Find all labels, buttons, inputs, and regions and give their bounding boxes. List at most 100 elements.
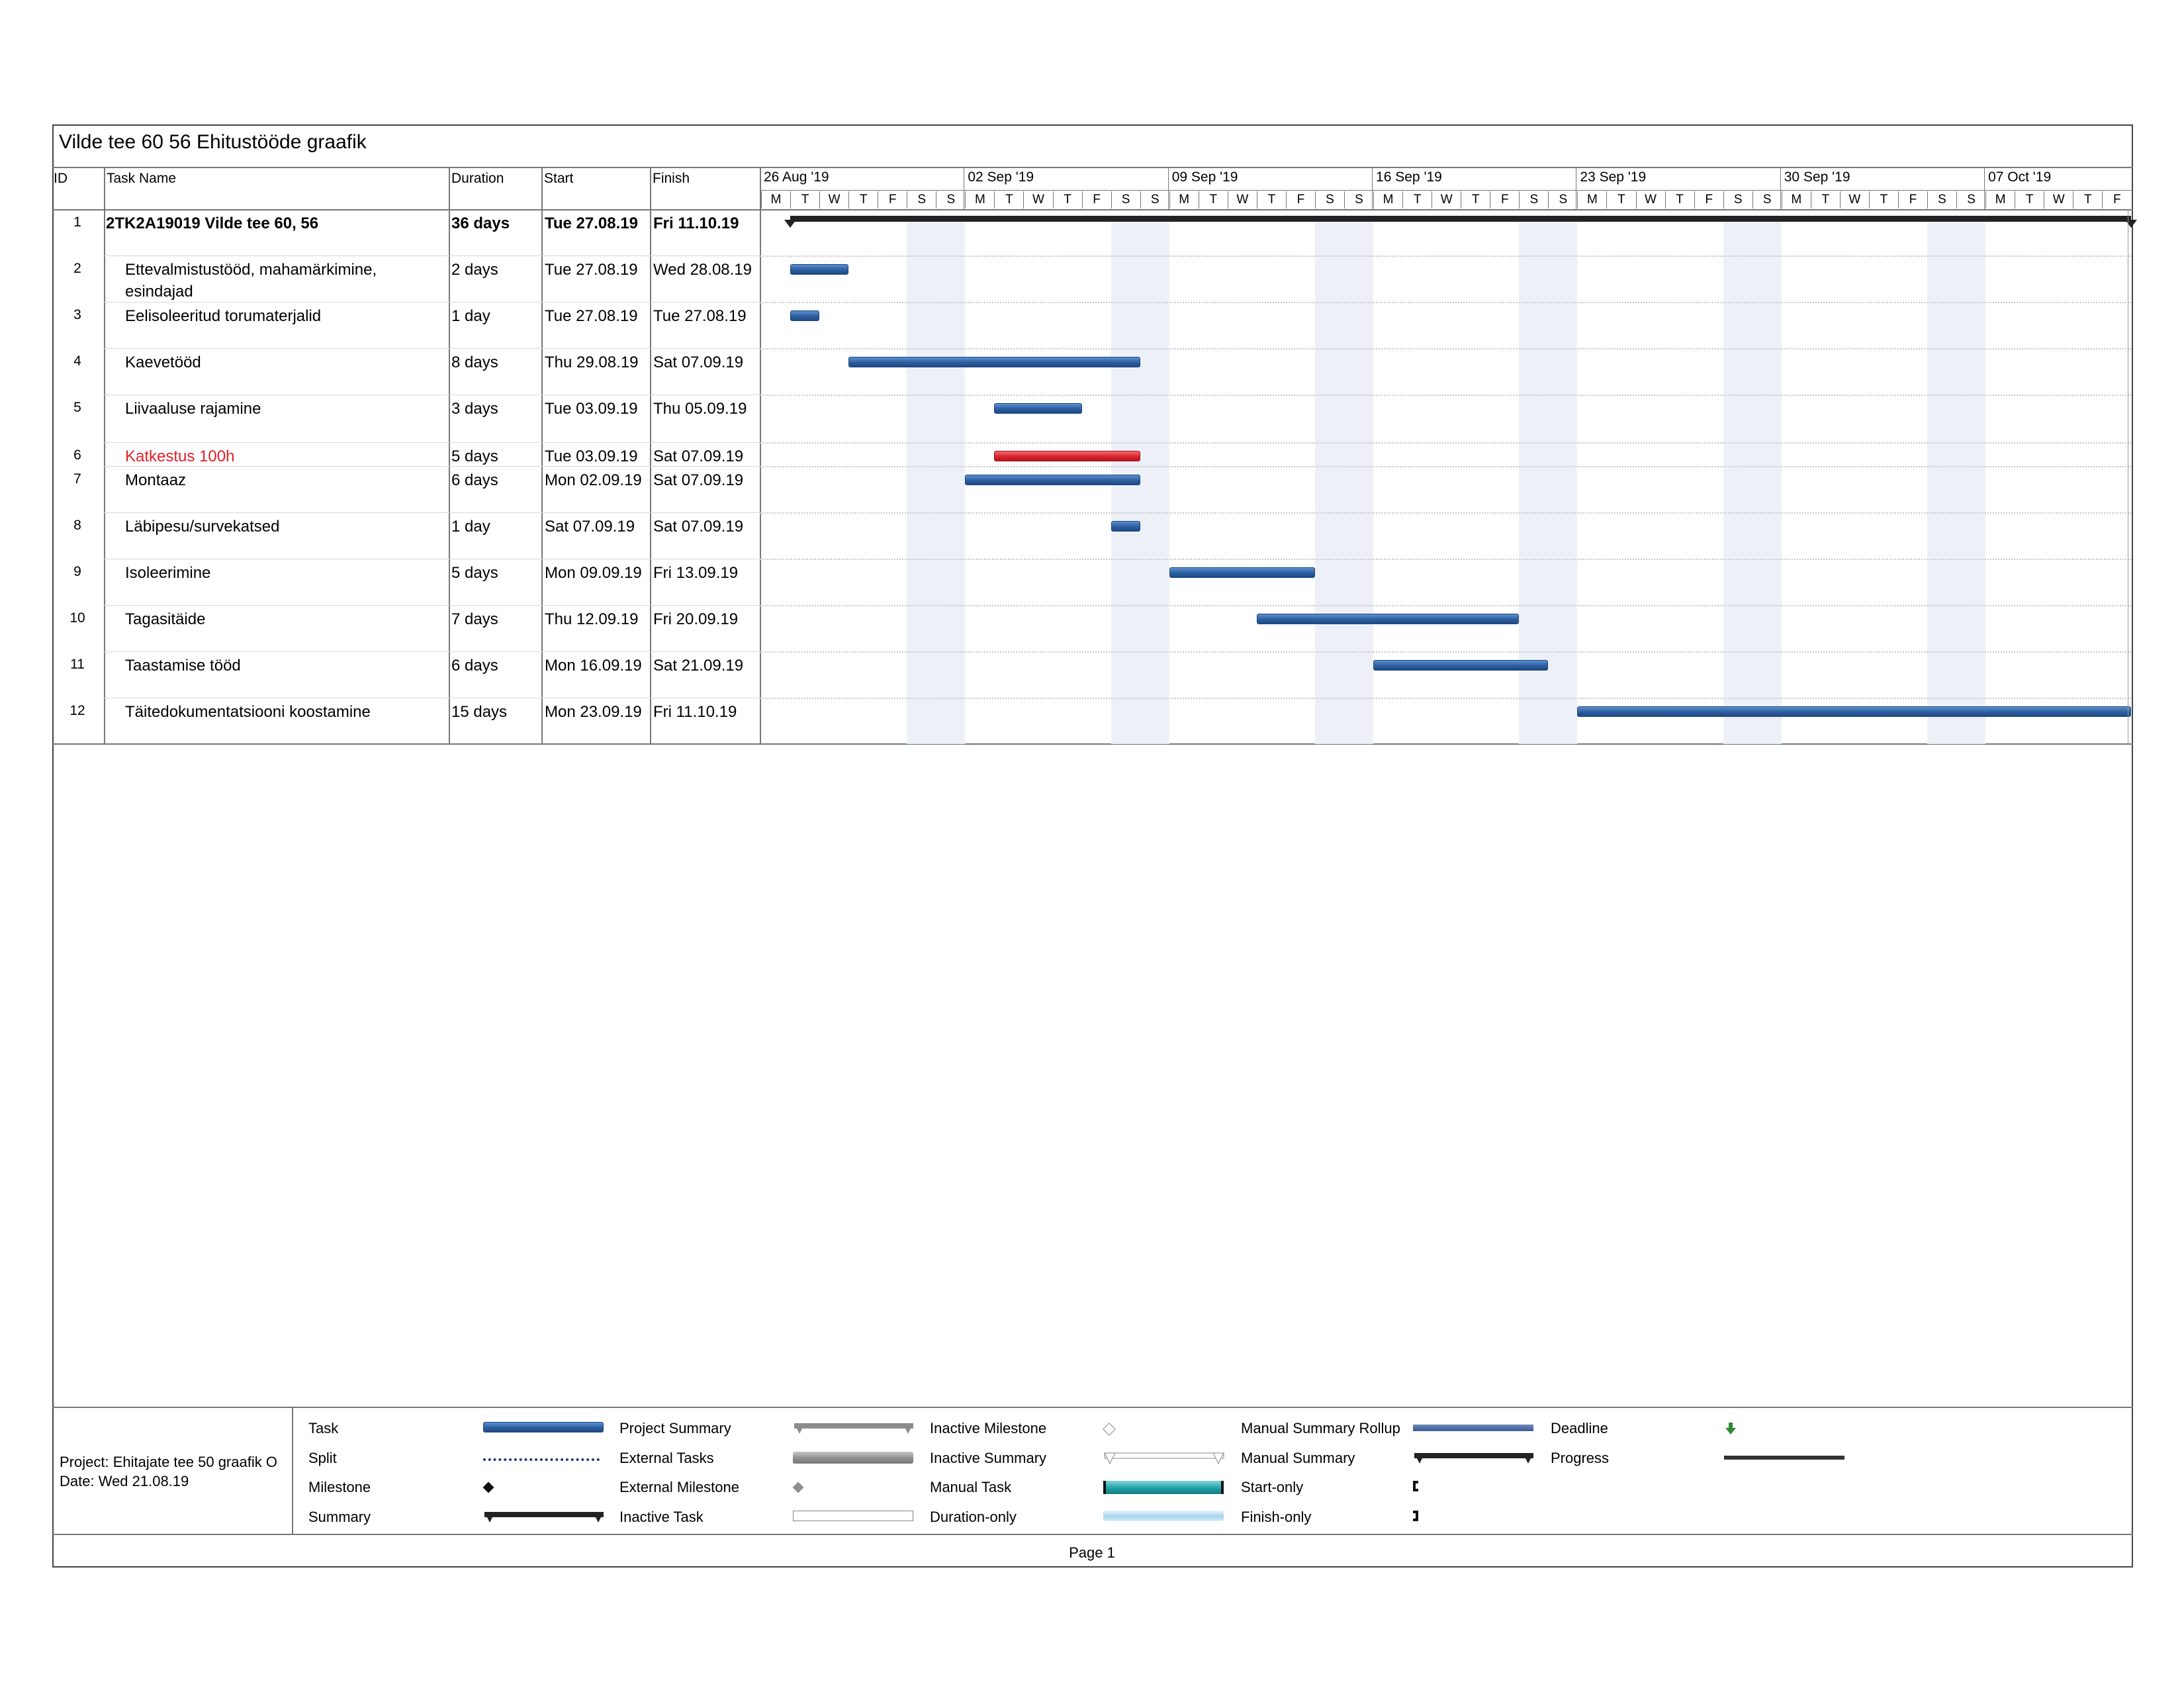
task-name[interactable]: Montaaz <box>125 471 186 490</box>
page-number: Page 1 <box>1069 1544 1115 1561</box>
header-task-name[interactable]: Task Name <box>107 171 176 187</box>
task-name[interactable]: Ettevalmistustööd, mahamärkimine, <box>125 261 377 279</box>
day-letter: F <box>1694 191 1723 209</box>
header-finish[interactable]: Finish <box>653 171 690 187</box>
col-sep-duration <box>541 167 543 743</box>
task-name[interactable]: 2TK2A19019 Vilde tee 60, 56 <box>106 214 318 233</box>
day-letter: M <box>1781 191 1811 209</box>
header-duration[interactable]: Duration <box>451 171 504 187</box>
day-letter: S <box>1723 191 1752 209</box>
task-start[interactable]: Mon 23.09.19 <box>545 703 642 722</box>
duration-only-legend-label: Duration-only <box>930 1509 1017 1525</box>
day-letter: W <box>2044 191 2073 209</box>
header-start[interactable]: Start <box>544 171 573 187</box>
day-letter: S <box>936 191 965 209</box>
week-label: 16 Sep '19 <box>1376 169 1442 185</box>
task-start[interactable]: Mon 09.09.19 <box>545 564 642 583</box>
header-id[interactable]: ID <box>54 171 68 187</box>
task-start[interactable]: Tue 03.09.19 <box>545 447 638 466</box>
task-finish[interactable]: Fri 13.09.19 <box>653 564 738 583</box>
task-name[interactable]: Taastamise tööd <box>125 657 241 675</box>
task-duration[interactable]: 36 days <box>451 214 510 233</box>
row-gridline <box>760 651 2131 653</box>
task-start[interactable]: Tue 27.08.19 <box>545 261 638 279</box>
task-duration[interactable]: 1 day <box>451 307 490 326</box>
row-gridline <box>760 466 2131 467</box>
week-label: 23 Sep '19 <box>1580 169 1647 185</box>
task-finish[interactable]: Thu 05.09.19 <box>653 400 747 418</box>
day-letter: T <box>1198 191 1228 209</box>
external-tasks-legend-label: External Tasks <box>619 1450 714 1466</box>
task-name-continued[interactable]: esindajad <box>125 283 193 301</box>
day-letter: S <box>1927 191 1956 209</box>
task-id: 6 <box>73 447 81 463</box>
finish-only-legend-glyph <box>1413 1511 1418 1521</box>
day-letter: W <box>819 191 848 209</box>
milestone-legend-label: Milestone <box>308 1479 371 1495</box>
task-start[interactable]: Tue 27.08.19 <box>545 214 638 233</box>
task-finish[interactable]: Fri 11.10.19 <box>653 214 739 233</box>
task-name[interactable]: Kaevetööd <box>125 353 201 372</box>
task-bar <box>1169 567 1315 578</box>
task-start[interactable]: Tue 27.08.19 <box>545 307 638 326</box>
task-duration[interactable]: 6 days <box>451 471 498 490</box>
task-finish[interactable]: Wed 28.08.19 <box>653 261 752 279</box>
inactive-summary-legend-label: Inactive Summary <box>930 1450 1047 1466</box>
week-label: 30 Sep '19 <box>1784 169 1850 185</box>
task-name[interactable]: Isoleerimine <box>125 564 210 583</box>
day-letter: T <box>790 191 819 209</box>
task-finish[interactable]: Tue 27.08.19 <box>653 307 747 326</box>
progress-legend-glyph <box>1724 1452 1844 1460</box>
milestone-legend-glyph <box>482 1481 494 1493</box>
task-duration[interactable]: 2 days <box>451 261 498 279</box>
task-start[interactable]: Thu 29.08.19 <box>545 353 638 372</box>
row-gridline <box>760 302 2131 303</box>
task-duration[interactable]: 15 days <box>451 703 507 722</box>
manual-summary-legend-glyph <box>1413 1452 1535 1470</box>
day-letter: S <box>907 191 936 209</box>
task-duration[interactable]: 5 days <box>451 564 498 583</box>
task-start[interactable]: Mon 02.09.19 <box>545 471 642 490</box>
task-start[interactable]: Tue 03.09.19 <box>545 400 638 418</box>
task-legend-label: Task <box>308 1420 339 1436</box>
task-name[interactable]: Katkestus 100h <box>125 447 234 466</box>
day-letter: W <box>1432 191 1461 209</box>
day-letter: T <box>1606 191 1635 209</box>
task-duration[interactable]: 3 days <box>451 400 498 418</box>
split-legend-glyph <box>483 1452 600 1461</box>
task-duration[interactable]: 8 days <box>451 353 498 372</box>
inactive-task-legend-glyph <box>793 1511 913 1521</box>
task-id: 10 <box>69 610 85 626</box>
task-finish[interactable]: Sat 07.09.19 <box>653 471 743 490</box>
day-letter: T <box>994 191 1023 209</box>
task-duration[interactable]: 7 days <box>451 610 498 629</box>
task-finish[interactable]: Sat 07.09.19 <box>653 447 743 466</box>
day-letter: T <box>1052 191 1082 209</box>
day-letter: M <box>965 191 994 209</box>
day-letter: M <box>1373 191 1402 209</box>
task-name[interactable]: Täitedokumentatsiooni koostamine <box>125 703 371 722</box>
day-letter: F <box>1897 191 1927 209</box>
task-name[interactable]: Tagasitäide <box>125 610 205 629</box>
task-name[interactable]: Liivaaluse rajamine <box>125 400 261 418</box>
legend-project: Project: Ehitajate tee 50 graafik O <box>60 1454 277 1470</box>
task-start[interactable]: Mon 16.09.19 <box>545 657 642 675</box>
task-start[interactable]: Sat 07.09.19 <box>545 518 635 536</box>
task-start[interactable]: Thu 12.09.19 <box>545 610 638 629</box>
task-name[interactable]: Eelisoleeritud torumaterjalid <box>125 307 321 326</box>
row-divider <box>104 302 760 303</box>
header-top-line <box>52 167 2133 168</box>
task-duration[interactable]: 1 day <box>451 518 490 536</box>
task-duration[interactable]: 6 days <box>451 657 498 675</box>
task-name[interactable]: Läbipesu/survekatsed <box>125 518 279 536</box>
task-finish[interactable]: Sat 07.09.19 <box>653 353 743 372</box>
task-id: 3 <box>73 307 81 322</box>
task-finish[interactable]: Fri 20.09.19 <box>653 610 738 629</box>
row-gridline <box>760 348 2131 350</box>
row-gridline <box>760 256 2131 257</box>
task-finish[interactable]: Sat 07.09.19 <box>653 518 743 536</box>
week-separator <box>1372 167 1373 209</box>
task-duration[interactable]: 5 days <box>451 447 498 466</box>
task-finish[interactable]: Fri 11.10.19 <box>653 703 737 722</box>
task-finish[interactable]: Sat 21.09.19 <box>653 657 743 675</box>
